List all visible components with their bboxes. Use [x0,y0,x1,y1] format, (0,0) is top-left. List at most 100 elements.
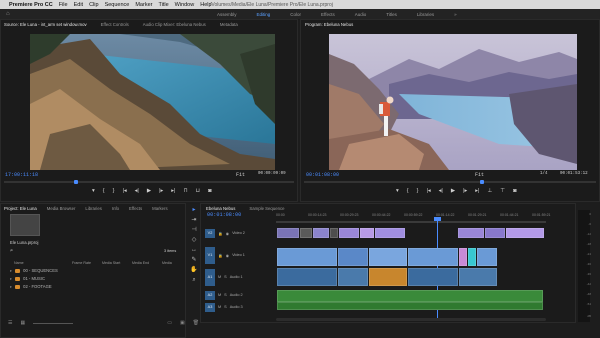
solo-icon[interactable]: S [224,305,227,309]
timeline-clip[interactable] [459,248,467,266]
program-resolution-select[interactable]: 1/4 [540,172,548,176]
timeline-clip[interactable] [468,248,476,266]
tab-libraries[interactable]: Libraries [85,206,101,211]
source-video-frame[interactable] [30,34,275,170]
timeline-clip[interactable] [338,248,368,266]
workspace-effects[interactable]: Effects [311,12,345,17]
timeline-clip[interactable] [338,268,368,286]
delete-icon[interactable]: 🗑 [193,320,199,326]
list-view-icon[interactable]: ☰ [8,320,12,326]
mark-out-icon[interactable]: } [113,188,115,194]
menu-window[interactable]: Window [175,2,195,8]
workspace-libraries[interactable]: Libraries [407,12,444,17]
workspace-editing[interactable]: Editing [247,12,281,17]
column-media-start[interactable]: Media Start [102,261,132,265]
project-thumbnail[interactable] [10,214,40,236]
go-to-out-icon[interactable]: ▸| [475,188,479,194]
timeline-clip[interactable] [277,302,543,310]
timeline-clip[interactable] [375,228,405,238]
export-frame-icon[interactable]: ◙ [208,188,211,194]
eye-icon[interactable]: ◉ [226,231,229,236]
source-scrubber[interactable] [4,181,294,183]
solo-icon[interactable]: S [224,293,227,297]
export-frame-icon[interactable]: ◙ [513,188,516,194]
timeline-clip[interactable] [277,290,543,302]
program-fit-select[interactable]: Fit [475,172,484,178]
source-timecode[interactable]: 17:00:11:18 [5,172,38,178]
tab-source[interactable]: Source: Ele Luna - int_arm set window.mo… [4,22,87,27]
track-header-a2[interactable]: A2 MS Audio 2 [205,290,275,300]
home-icon[interactable]: ⌂ [6,11,10,17]
timeline-clip[interactable] [458,228,484,238]
hand-tool-icon[interactable]: ✋ [190,266,198,274]
zoom-tool-icon[interactable]: ⌕ [190,276,198,284]
icon-view-icon[interactable]: ▦ [20,320,25,326]
program-video-frame[interactable] [329,34,577,170]
slip-tool-icon[interactable]: ↔ [190,246,198,254]
menu-file[interactable]: File [59,2,68,8]
timeline-ruler[interactable]: 00:00 00:00:14:23 00:00:29:23 00:00:44:2… [276,213,551,218]
tab-metadata[interactable]: Metadata [220,22,238,27]
workspace-audio[interactable]: Audio [345,12,377,17]
track-select-tool-icon[interactable]: ⇥ [190,216,198,224]
timeline-clip[interactable] [506,228,544,238]
track-header-a3[interactable]: A3 MS Audio 3 [205,302,275,312]
mute-icon[interactable]: M [218,305,221,309]
workspace-assembly[interactable]: Assembly [207,12,247,17]
source-fit-select[interactable]: Fit [236,172,245,178]
workspace-overflow-icon[interactable]: » [444,12,467,17]
program-scrubber[interactable] [304,181,596,183]
play-icon[interactable]: ▶ [451,188,455,194]
tab-info[interactable]: Info [112,206,119,211]
track-header-v1[interactable]: V1 🔒 ◉ Video 1 [205,246,275,264]
zoom-slider[interactable] [33,322,74,324]
timeline-clip[interactable] [369,268,407,286]
ripple-edit-tool-icon[interactable]: ⊣ [190,226,198,234]
workspace-titles[interactable]: Titles [376,12,407,17]
mark-in-icon[interactable]: { [407,188,409,194]
menu-edit[interactable]: Edit [74,2,83,8]
menu-sequence[interactable]: Sequence [105,2,130,8]
overwrite-icon[interactable]: ⊔ [196,188,200,194]
step-back-icon[interactable]: ◂| [135,188,139,194]
timeline-clip[interactable] [360,228,374,238]
mute-icon[interactable]: M [218,275,221,279]
timeline-clip[interactable] [277,248,337,266]
program-playhead[interactable] [480,180,484,184]
tab-sample-sequence[interactable]: Sample Sequence [249,206,284,211]
track-header-a1[interactable]: A1 MS Audio 1 [205,268,275,286]
step-forward-icon[interactable]: |▸ [463,188,467,194]
extract-icon[interactable]: ⊤ [500,188,505,194]
lock-icon[interactable]: 🔒 [218,253,223,258]
menu-marker[interactable]: Marker [135,2,152,8]
go-to-out-icon[interactable]: ▸| [171,188,175,194]
column-frame-rate[interactable]: Frame Rate [72,261,102,265]
timeline-clip[interactable] [459,268,497,286]
razor-tool-icon[interactable]: ◇ [190,236,198,244]
mark-out-icon[interactable]: } [417,188,419,194]
column-media[interactable]: Media [162,261,172,265]
playhead-handle-icon[interactable] [434,217,441,221]
timeline-clip[interactable] [408,268,458,286]
go-to-in-icon[interactable]: |◂ [426,188,430,194]
timeline-timecode[interactable]: 00:01:08:00 [207,212,241,218]
tab-effects[interactable]: Effects [129,206,142,211]
timeline-clip[interactable] [369,248,407,266]
column-name[interactable]: Name [10,261,72,265]
mark-in-icon[interactable]: { [103,188,105,194]
app-menu[interactable]: Premiere Pro CC [9,2,53,8]
timeline-clip[interactable] [477,248,497,266]
timeline-zoom-scrollbar[interactable] [276,318,546,321]
track-header-v2[interactable]: V2 🔒 ◉ Video 2 [205,228,275,238]
tab-sequence-ebeluna[interactable]: Ebeluna Nebus [206,206,235,211]
source-playhead[interactable] [74,180,78,184]
selection-tool-icon[interactable]: ▸ [190,206,198,214]
insert-icon[interactable]: ⊓ [184,188,188,194]
eye-icon[interactable]: ◉ [226,253,229,258]
tab-program[interactable]: Program: Ebeluna Nebus [305,22,353,27]
lock-icon[interactable]: 🔒 [218,231,223,236]
timeline-clip[interactable] [330,228,338,238]
lift-icon[interactable]: ⊥ [488,188,493,194]
timeline-clip[interactable] [277,228,299,238]
go-to-in-icon[interactable]: |◂ [122,188,126,194]
